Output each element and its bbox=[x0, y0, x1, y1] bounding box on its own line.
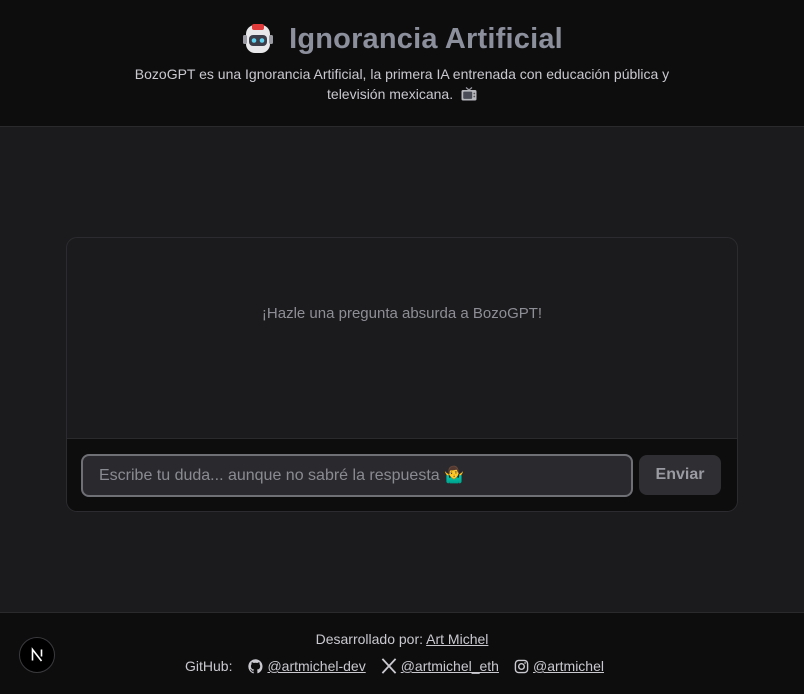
instagram-icon bbox=[514, 659, 529, 673]
send-button[interactable]: Enviar bbox=[639, 455, 721, 495]
site-header: Ignorancia Artificial BozoGPT es una Ign… bbox=[0, 0, 804, 127]
subtitle-text: BozoGPT es una Ignorancia Artificial, la… bbox=[134, 66, 670, 102]
nextjs-logo-icon bbox=[31, 647, 43, 662]
chat-panel: ¡Hazle una pregunta absurda a BozoGPT! E… bbox=[66, 237, 738, 512]
main-area: ¡Hazle una pregunta absurda a BozoGPT! E… bbox=[0, 128, 804, 612]
site-footer: Desarrollado por: Art Michel GitHub: @ar… bbox=[0, 612, 804, 694]
chat-input-bar: Enviar bbox=[67, 438, 737, 511]
page-title: Ignorancia Artificial bbox=[289, 22, 563, 55]
instagram-link-group: @artmichel bbox=[514, 658, 604, 674]
title-row: Ignorancia Artificial bbox=[0, 22, 804, 56]
github-handle-link[interactable]: @artmichel-dev bbox=[267, 658, 365, 674]
chat-input[interactable] bbox=[81, 454, 633, 497]
instagram-handle-link[interactable]: @artmichel bbox=[533, 658, 604, 674]
social-links: GitHub: @artmichel-dev @artmichel_eth @a… bbox=[185, 658, 619, 674]
credit-prefix: Desarrollado por: bbox=[315, 631, 424, 647]
x-link-group: @artmichel_eth bbox=[381, 658, 499, 674]
x-icon bbox=[381, 658, 396, 674]
author-link[interactable]: Art Michel bbox=[426, 631, 488, 647]
x-handle-link[interactable]: @artmichel_eth bbox=[401, 658, 499, 674]
television-icon bbox=[461, 86, 477, 106]
github-label: GitHub: bbox=[185, 658, 233, 674]
subtitle: BozoGPT es una Ignorancia Artificial, la… bbox=[120, 64, 684, 106]
nextjs-dev-badge[interactable] bbox=[19, 637, 55, 673]
robot-icon bbox=[241, 22, 275, 56]
message-area: ¡Hazle una pregunta absurda a BozoGPT! bbox=[67, 238, 737, 438]
github-link-group: @artmichel-dev bbox=[248, 658, 366, 674]
empty-state-message: ¡Hazle una pregunta absurda a BozoGPT! bbox=[261, 304, 543, 322]
github-icon bbox=[248, 658, 263, 673]
credit-line: Desarrollado por: Art Michel bbox=[0, 631, 804, 647]
